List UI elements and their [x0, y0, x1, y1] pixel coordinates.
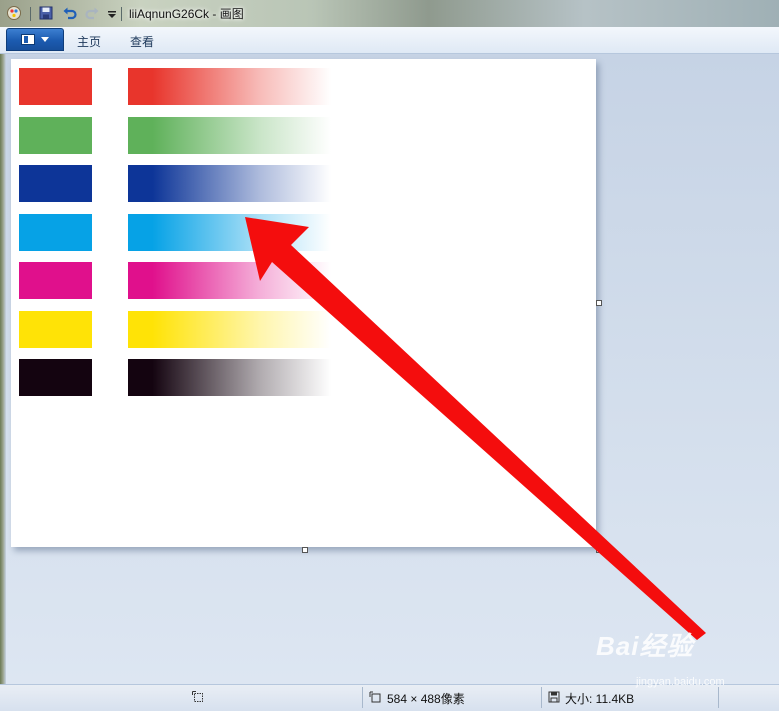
status-bar: 584 × 488像素 大小: 11.4KB — [0, 684, 779, 711]
status-divider — [541, 687, 542, 708]
status-divider — [718, 687, 719, 708]
watermark-brand: Bai经验 — [596, 631, 694, 661]
status-divider — [362, 687, 363, 708]
annotation-arrow — [245, 217, 706, 640]
canvas-size-icon — [369, 691, 381, 703]
paint-window: liiAqnunG26Ck - 画图 主页 查看 584 × 488像素 大小:… — [0, 0, 779, 711]
selection-size-icon — [192, 691, 203, 702]
file-size: 大小: 11.4KB — [565, 692, 635, 706]
watermark-url: jingyan.baidu.com — [636, 676, 725, 688]
file-size-icon — [548, 691, 560, 703]
canvas-dimensions: 584 × 488像素 — [387, 692, 465, 706]
